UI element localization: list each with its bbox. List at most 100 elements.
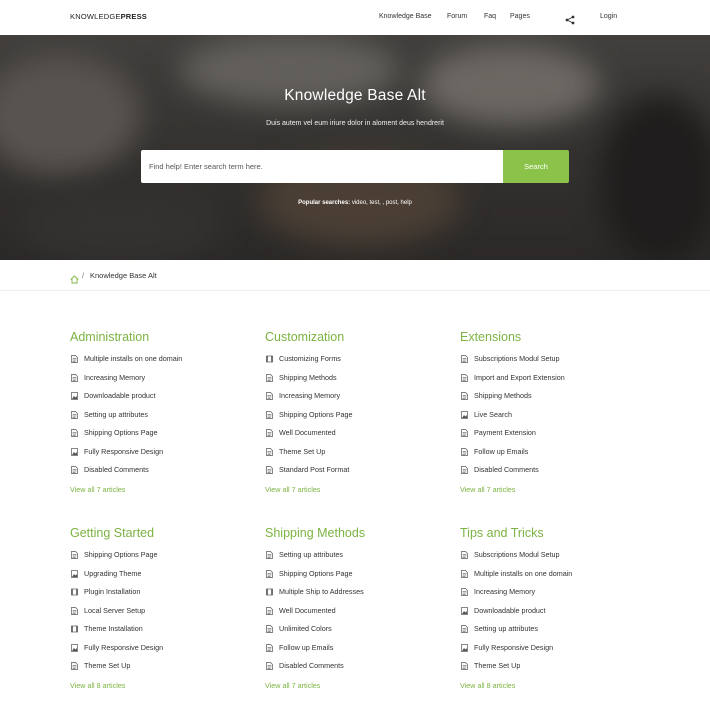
article-link[interactable]: Well Documented <box>265 606 445 625</box>
article-link[interactable]: Fully Responsive Design <box>70 643 250 662</box>
document-icon <box>71 355 78 363</box>
article-link[interactable]: Disabled Comments <box>70 465 250 484</box>
article-link[interactable]: Shipping Options Page <box>265 569 445 588</box>
article-label: Customizing Forms <box>279 354 341 363</box>
breadcrumb-divider <box>0 290 710 291</box>
article-link[interactable]: Live Search <box>460 410 640 429</box>
article-link[interactable]: Setting up attributes <box>70 410 250 429</box>
view-all-link[interactable]: View all 8 articles <box>70 681 250 690</box>
article-link[interactable]: Standard Post Format <box>265 465 445 484</box>
article-label: Disabled Comments <box>474 465 539 474</box>
home-icon[interactable] <box>70 271 79 284</box>
article-link[interactable]: Follow up Emails <box>265 643 445 662</box>
document-icon <box>266 392 273 400</box>
article-link[interactable]: Subscriptions Modul Setup <box>460 550 640 569</box>
article-label: Setting up attributes <box>474 624 538 633</box>
article-list: Subscriptions Modul Setup Multiple instal… <box>460 550 640 680</box>
video-icon <box>71 625 78 633</box>
article-link[interactable]: Customizing Forms <box>265 354 445 373</box>
view-all-link[interactable]: View all 7 articles <box>460 485 640 494</box>
video-icon <box>266 355 273 363</box>
article-link[interactable]: Increasing Memory <box>70 373 250 392</box>
document-icon <box>266 410 273 419</box>
article-label: Fully Responsive Design <box>84 642 164 652</box>
article-link[interactable]: Import and Export Extension <box>460 373 640 392</box>
document-icon <box>461 588 468 596</box>
hero-banner: Knowledge Base Alt Duis autem vel eum ir… <box>0 35 710 260</box>
article-link[interactable]: Well Documented <box>265 428 445 447</box>
nav-faq[interactable]: Faq <box>484 13 496 20</box>
article-link[interactable]: Theme Set Up <box>265 447 445 466</box>
nav-forum[interactable]: Forum <box>447 13 467 20</box>
category-title[interactable]: Tips and Tricks <box>460 526 640 544</box>
article-link[interactable]: Fully Responsive Design <box>70 447 250 466</box>
breadcrumb-separator: / <box>82 271 85 280</box>
article-link[interactable]: Theme Installation <box>70 624 250 643</box>
article-list: Customizing Forms Shipping Methods Increas… <box>265 354 445 484</box>
breadcrumb-current: Knowledge Base Alt <box>90 271 157 280</box>
article-link[interactable]: Downloadable product <box>70 391 250 410</box>
article-list: Shipping Options Page Upgrading Theme Plug… <box>70 550 250 680</box>
document-icon <box>266 373 273 382</box>
article-link[interactable]: Shipping Options Page <box>70 428 250 447</box>
article-link[interactable]: Setting up attributes <box>265 550 445 569</box>
nav-pages[interactable]: Pages <box>510 13 530 20</box>
article-link[interactable]: Shipping Options Page <box>265 410 445 429</box>
image-icon <box>461 606 468 615</box>
article-link[interactable]: Upgrading Theme <box>70 569 250 588</box>
article-link[interactable]: Follow up Emails <box>460 447 640 466</box>
popular-search-terms[interactable]: video, test, , post, help <box>352 200 412 206</box>
site-logo[interactable]: KNOWLEDGEPRESS <box>70 12 147 21</box>
document-icon <box>266 551 273 559</box>
article-link[interactable]: Disabled Comments <box>460 465 640 484</box>
article-link[interactable]: Disabled Comments <box>265 661 445 680</box>
document-icon <box>266 447 273 456</box>
category-title[interactable]: Getting Started <box>70 526 250 544</box>
article-link[interactable]: Shipping Methods <box>460 391 640 410</box>
article-link[interactable]: Increasing Memory <box>265 391 445 410</box>
view-all-link[interactable]: View all 7 articles <box>265 485 445 494</box>
image-icon <box>71 447 78 456</box>
article-label: Payment Extension <box>474 428 536 437</box>
article-label: Subscriptions Modul Setup <box>474 550 560 559</box>
article-link[interactable]: Multiple Ship to Addresses <box>265 587 445 606</box>
category-title[interactable]: Customization <box>265 330 445 348</box>
article-link[interactable]: Increasing Memory <box>460 587 640 606</box>
view-all-link[interactable]: View all 8 articles <box>460 681 640 690</box>
article-label: Follow up Emails <box>279 642 334 652</box>
article-link[interactable]: Subscriptions Modul Setup <box>460 354 640 373</box>
view-all-link[interactable]: View all 7 articles <box>265 681 445 690</box>
view-all-link[interactable]: View all 7 articles <box>70 485 250 494</box>
hero-subtitle: Duis autem vel eum iriure dolor in alome… <box>266 120 444 127</box>
article-link[interactable]: Downloadable product <box>460 606 640 625</box>
share-icon[interactable] <box>565 12 575 25</box>
article-link[interactable]: Setting up attributes <box>460 624 640 643</box>
article-label: Local Server Setup <box>84 605 146 615</box>
document-icon <box>266 625 273 633</box>
document-icon <box>461 392 468 400</box>
article-link[interactable]: Shipping Options Page <box>70 550 250 569</box>
article-link[interactable]: Unlimited Colors <box>265 624 445 643</box>
article-link[interactable]: Theme Set Up <box>460 661 640 680</box>
category-title[interactable]: Administration <box>70 330 250 348</box>
nav-knowledge-base[interactable]: Knowledge Base <box>379 13 432 20</box>
article-link[interactable]: Theme Set Up <box>70 661 250 680</box>
article-link[interactable]: Fully Responsive Design <box>460 643 640 662</box>
category-title[interactable]: Shipping Methods <box>265 526 445 544</box>
article-label: Increasing Memory <box>474 587 536 596</box>
search-button[interactable]: Search <box>503 150 569 183</box>
category-title[interactable]: Extensions <box>460 330 640 348</box>
article-label: Downloadable product <box>84 391 156 400</box>
article-link[interactable]: Multiple installs on one domain <box>70 354 250 373</box>
article-link[interactable]: Payment Extension <box>460 428 640 447</box>
document-icon <box>461 551 468 559</box>
article-link[interactable]: Shipping Methods <box>265 373 445 392</box>
article-link[interactable]: Plugin Installation <box>70 587 250 606</box>
document-icon <box>266 662 273 670</box>
search-input[interactable] <box>141 150 503 183</box>
category-block: Getting Started Shipping Options Page Upgr… <box>70 526 250 690</box>
document-icon <box>266 466 273 474</box>
login-link[interactable]: Login <box>600 13 617 20</box>
article-link[interactable]: Local Server Setup <box>70 606 250 625</box>
article-link[interactable]: Multiple installs on one domain <box>460 569 640 588</box>
